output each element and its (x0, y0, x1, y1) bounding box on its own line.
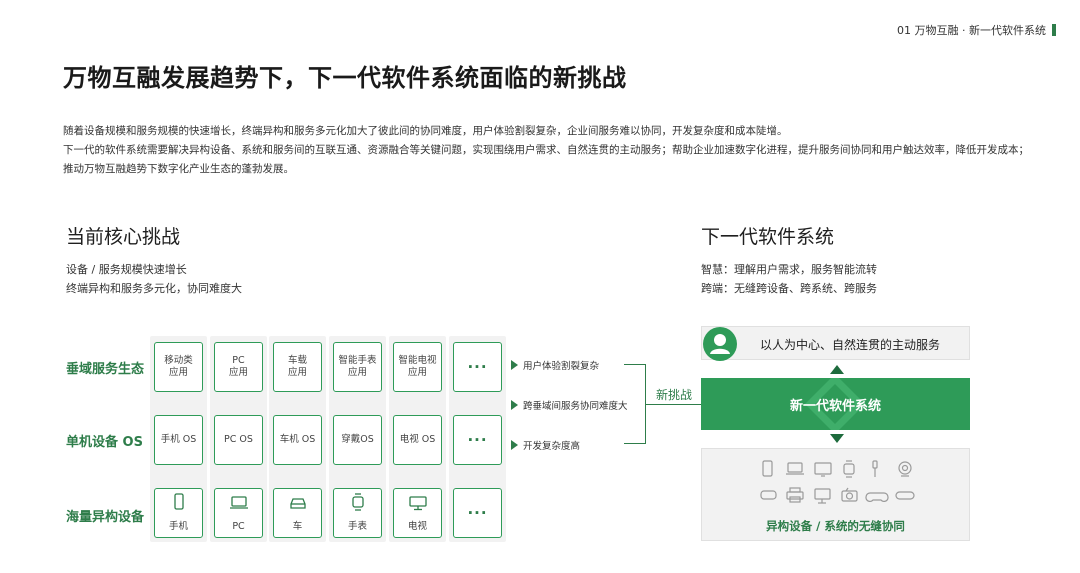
right-point-1: 智慧：理解用户需求，服务智能流转 (701, 263, 877, 276)
breadcrumb-text: 01 万物互融 · 新一代软件系统 (897, 24, 1046, 37)
user-centric-label: 以人为中心、自然连贯的主动服务 (760, 338, 941, 352)
page-title: 万物互融发展趋势下，下一代软件系统面临的新挑战 (63, 64, 627, 92)
row-label-os: 单机设备 OS (66, 435, 143, 450)
left-point-1: 设备 / 服务规模快速增长 (66, 263, 187, 276)
right-heading: 下一代软件系统 (701, 226, 835, 248)
os-label: 电视 OS (399, 434, 436, 445)
more-icon: ··· (467, 358, 488, 376)
photo-camera-icon (841, 487, 858, 502)
glasses-icon (895, 491, 915, 500)
app-cell: 智能电视 应用 (393, 342, 442, 392)
app-label: PC 应用 (228, 355, 248, 378)
arrow-down-icon (830, 434, 844, 443)
app-label: 智能手表 应用 (338, 355, 377, 378)
description-line-1: 随着设备规模和服务规模的快速增长，终端异构和服务多元化加大了彼此间的协同难度，用… (63, 125, 788, 137)
issue-item: 跨垂域间服务协同难度大 (511, 398, 628, 412)
grid-column: 车载 应用车机 OS 车 (269, 336, 326, 542)
more-cell: ··· (453, 488, 502, 538)
new-system-label: 新一代软件系统 (789, 399, 881, 414)
description-line-2: 下一代的软件系统需要解决异构设备、系统和服务间的互联互通、资源融合等关键问题，实… (63, 144, 1029, 175)
laptop-icon (786, 462, 804, 475)
arrow-right-icon (511, 360, 518, 370)
issue-text: 跨垂域间服务协同难度大 (523, 401, 628, 412)
grid-column: 智能手表 应用穿戴OS 手表 (329, 336, 386, 542)
os-cell: 电视 OS (393, 415, 442, 465)
issue-item: 开发复杂度高 (511, 438, 580, 452)
device-cell: 手机 (154, 488, 203, 538)
more-icon: ··· (467, 504, 488, 522)
os-cell: PC OS (214, 415, 263, 465)
os-label: 穿戴OS (341, 434, 374, 445)
breadcrumb: 01 万物互融 · 新一代软件系统 (897, 22, 1056, 38)
device-cell: 车 (273, 488, 322, 538)
toothbrush-icon (872, 460, 878, 477)
issue-text: 开发复杂度高 (523, 441, 581, 452)
app-label: 智能电视 应用 (398, 355, 437, 378)
description: 随着设备规模和服务规模的快速增长，终端异构和服务多元化加大了彼此间的协同难度，用… (63, 122, 1038, 179)
os-label: 手机 OS (160, 434, 197, 445)
arrow-up-icon (830, 365, 844, 374)
device-cell: 电视 (393, 488, 442, 538)
grid-column: PC 应用 PC OS PC (210, 336, 267, 542)
left-heading: 当前核心挑战 (66, 226, 181, 248)
grid-column: ··· ··· ··· (449, 336, 506, 542)
phone-icon (172, 493, 186, 515)
os-cell: 车机 OS (273, 415, 322, 465)
os-label: 车机 OS (279, 434, 316, 445)
grid-column: 移动类 应用手机 OS 手机 (150, 336, 207, 542)
monitor-icon (814, 462, 832, 477)
right-point-2: 跨端：无缝跨设备、跨系统、跨服务 (701, 282, 877, 295)
desktop-icon (814, 488, 831, 504)
user-icon (703, 327, 737, 361)
arrow-right-icon (511, 440, 518, 450)
watch-icon (843, 460, 855, 478)
devices-label: 异构设备 / 系统的无缝协同 (766, 519, 905, 533)
grid-column: 智能电视 应用电视 OS 电视 (389, 336, 446, 542)
device-cell: 手表 (333, 488, 382, 538)
car-icon (288, 495, 308, 515)
more-cell: ··· (453, 342, 502, 392)
device-cell: PC (214, 488, 263, 538)
row-label-devices: 海量异构设备 (66, 510, 145, 525)
app-label: 车载 应用 (287, 355, 307, 378)
os-label: PC OS (224, 434, 253, 445)
issue-item: 用户体验割裂复杂 (511, 358, 599, 372)
laptop-icon (229, 495, 249, 515)
watch-icon (351, 493, 365, 515)
camera-icon (898, 461, 912, 477)
device-icons-group (760, 460, 915, 504)
user-centric-box: 以人为中心、自然连贯的主动服务 (701, 326, 970, 360)
device-label: 手表 (347, 521, 367, 532)
device-label: 电视 (407, 521, 427, 532)
new-system-box: 新一代软件系统 (701, 378, 970, 430)
printer-icon (786, 487, 804, 503)
app-cell: 智能手表 应用 (333, 342, 382, 392)
device-label: PC (232, 521, 245, 532)
app-cell: 车载 应用 (273, 342, 322, 392)
vr-icon (760, 490, 777, 500)
left-point-2: 终端异构和服务多元化，协同难度大 (66, 282, 242, 295)
connector-line (646, 404, 701, 405)
app-label: 移动类 应用 (164, 355, 193, 378)
os-cell: 手机 OS (154, 415, 203, 465)
tv-icon (408, 495, 428, 515)
issue-text: 用户体验割裂复杂 (523, 361, 600, 372)
breadcrumb-marker (1052, 24, 1056, 36)
phone-icon (762, 460, 773, 477)
more-cell: ··· (453, 415, 502, 465)
right-points: 智慧：理解用户需求，服务智能流转 跨端：无缝跨设备、跨系统、跨服务 (701, 260, 877, 298)
gamepad-icon (865, 492, 889, 502)
device-label: 车 (292, 521, 303, 532)
app-cell: PC 应用 (214, 342, 263, 392)
app-cell: 移动类 应用 (154, 342, 203, 392)
new-challenge-label: 新挑战 (656, 388, 693, 402)
issues-bracket (624, 364, 646, 444)
os-cell: 穿戴OS (333, 415, 382, 465)
row-label-ecosystem: 垂域服务生态 (66, 362, 145, 377)
left-points: 设备 / 服务规模快速增长 终端异构和服务多元化，协同难度大 (66, 260, 242, 298)
device-label: 手机 (168, 521, 188, 532)
more-icon: ··· (467, 431, 488, 449)
arrow-right-icon (511, 400, 518, 410)
